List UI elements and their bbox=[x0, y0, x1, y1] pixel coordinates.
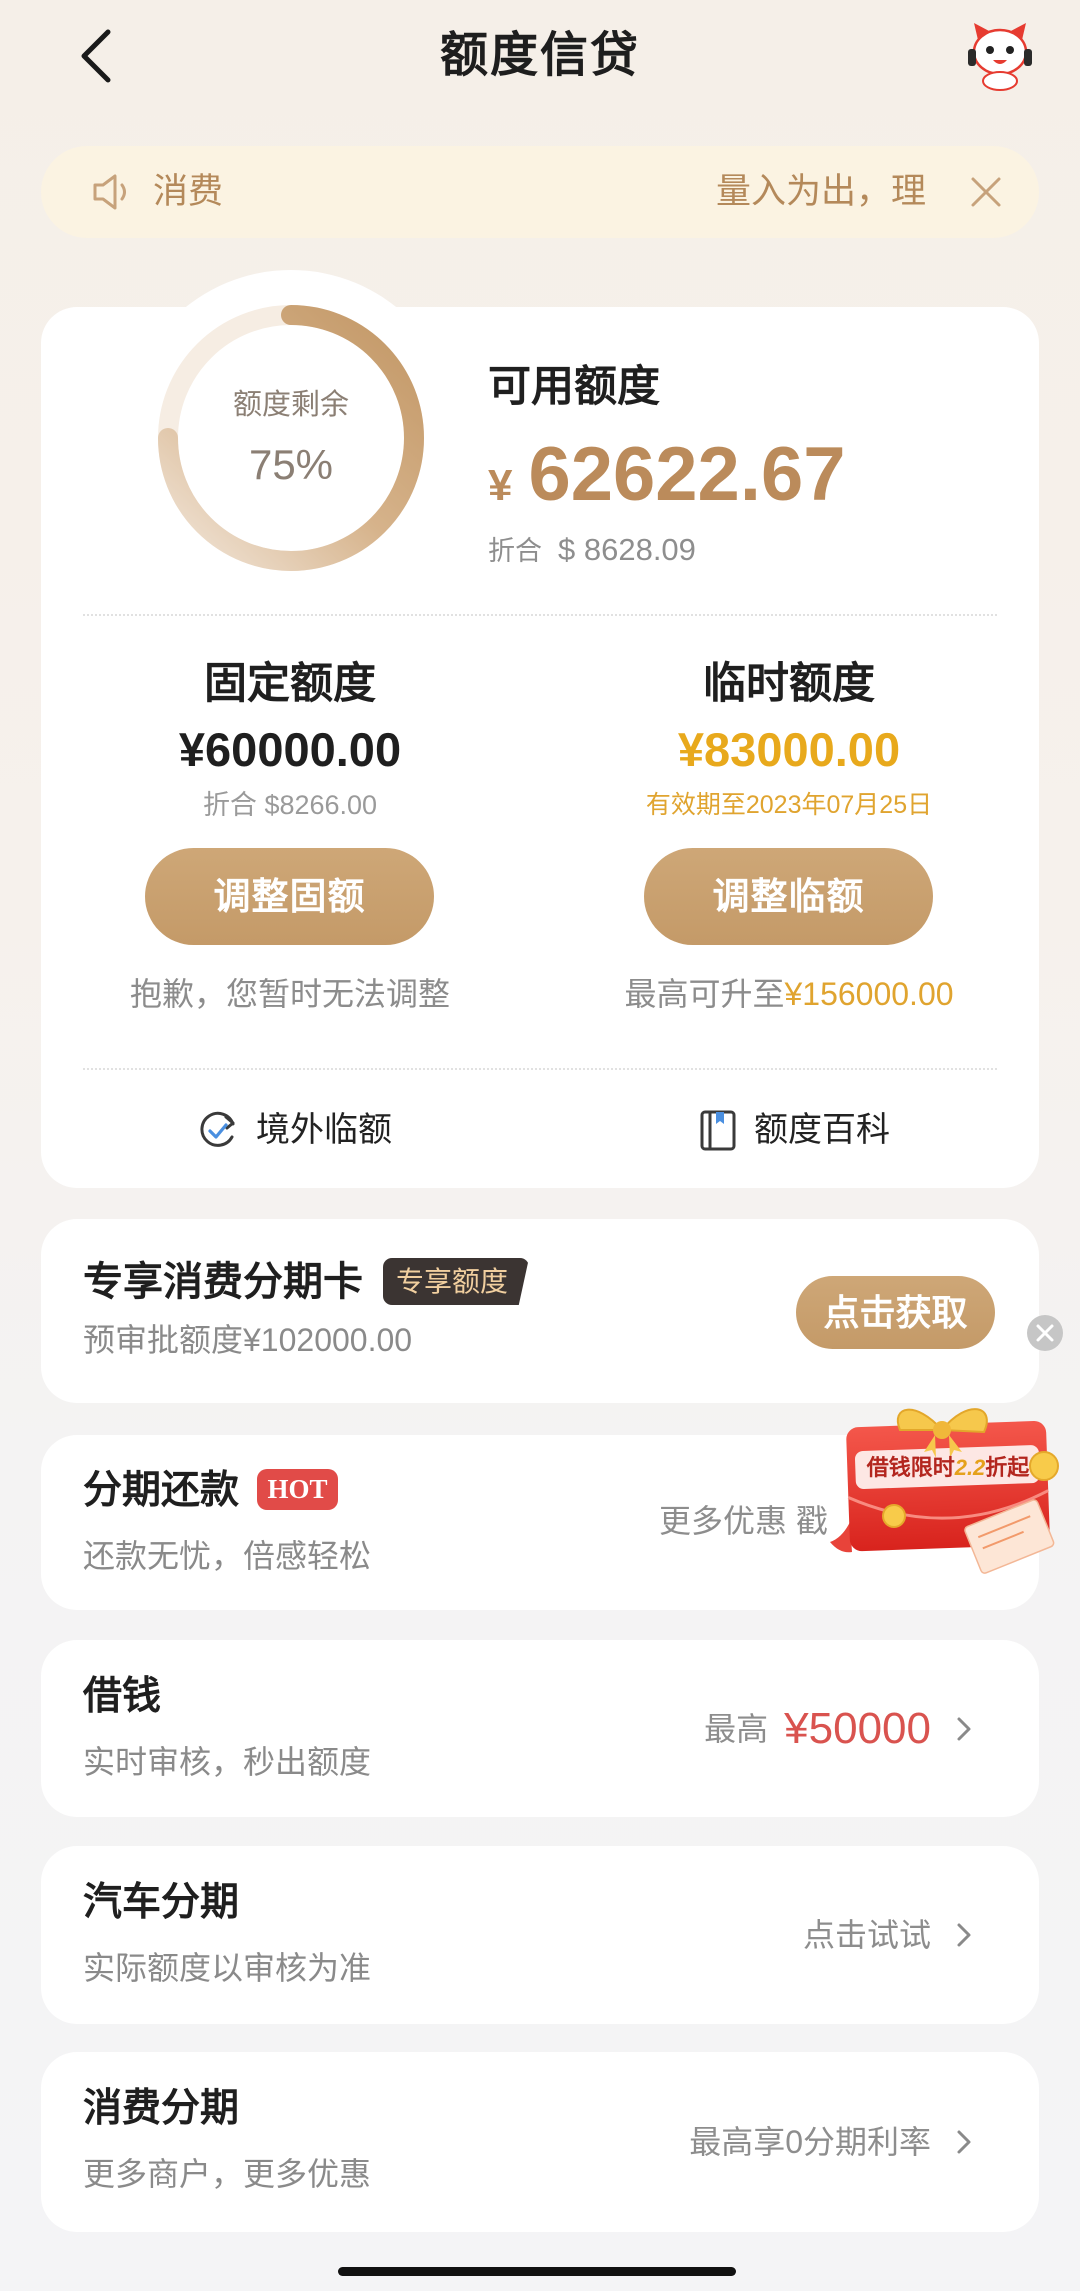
fixed-limit-title: 固定额度 bbox=[204, 660, 376, 708]
list-item-borrow[interactable]: 借钱 实时审核，秒出额度 最高 ¥50000 bbox=[41, 1640, 1039, 1817]
promo-title: 专享消费分期卡 bbox=[83, 1260, 363, 1304]
mascot-button[interactable] bbox=[963, 19, 1037, 93]
promo-badge: 专享额度 bbox=[383, 1258, 529, 1305]
overseas-limit-icon bbox=[200, 1111, 235, 1147]
notice-bar[interactable]: 消费 量入为出，理 bbox=[41, 146, 1039, 238]
get-now-button[interactable]: 点击获取 bbox=[796, 1276, 995, 1349]
chevron-right-icon bbox=[957, 1923, 971, 1947]
page-title: 额度信贷 bbox=[439, 29, 640, 82]
max-label: 最高 bbox=[704, 1710, 769, 1747]
book-icon bbox=[700, 1110, 736, 1150]
coin-icon bbox=[882, 1504, 906, 1528]
credit-summary-card: 额度剩余 75% 可用额度 ¥ 62622.67 折合 $ 8628.09 固定… bbox=[41, 270, 1039, 1188]
floating-loan-promo[interactable]: 借钱限时2.2折起 bbox=[828, 1390, 1072, 1580]
limit-encyclopedia-link[interactable]: 额度百科 bbox=[699, 1103, 890, 1157]
adjust-fixed-button[interactable]: 调整固额 bbox=[145, 848, 434, 945]
limit-encyclopedia-label: 额度百科 bbox=[754, 1111, 890, 1149]
temporary-limit-column: 临时额度 ¥83000.00 有效期至2023年07月25日 调整临额 最高可升… bbox=[569, 307, 1009, 1067]
divider bbox=[83, 1068, 997, 1070]
list-item-subtitle: 实际额度以审核为准 bbox=[83, 1950, 372, 1986]
list-item-title: 分期还款 bbox=[83, 1469, 240, 1512]
note-highlight: ¥156000.00 bbox=[784, 976, 954, 1012]
speaker-icon bbox=[91, 171, 135, 213]
temporary-limit-validity: 有效期至2023年07月25日 bbox=[645, 791, 933, 819]
installment-card-promo[interactable]: 专享消费分期卡 专享额度 预审批额度¥102000.00 点击获取 bbox=[41, 1219, 1039, 1403]
promo-subtitle: 预审批额度¥102000.00 bbox=[83, 1322, 413, 1358]
list-item-right-text: 最高享0分期利率 bbox=[689, 2124, 931, 2160]
mascot-icon bbox=[968, 23, 1032, 91]
coin-icon bbox=[1029, 1451, 1059, 1481]
temporary-limit-note: 最高可升至¥156000.00 bbox=[569, 974, 1009, 1014]
fixed-limit-note: 抱歉，您暂时无法调整 bbox=[129, 976, 450, 1012]
home-indicator bbox=[338, 2267, 736, 2276]
max-amount: ¥50000 bbox=[784, 1703, 931, 1753]
list-item-subtitle: 更多商户，更多优惠 bbox=[83, 2156, 372, 2192]
chevron-right-icon bbox=[957, 1717, 971, 1740]
notice-label: 消费 bbox=[153, 172, 224, 211]
fixed-limit-converted: 折合 $8266.00 bbox=[202, 790, 378, 820]
list-item-right-text: 点击试试 bbox=[802, 1917, 931, 1953]
chevron-right-icon bbox=[957, 2130, 971, 2154]
close-circle-icon[interactable] bbox=[1026, 1314, 1064, 1352]
list-item-subtitle: 还款无忧，倍感轻松 bbox=[83, 1538, 372, 1574]
note-prefix: 最高可升至 bbox=[624, 976, 785, 1012]
list-item-title: 借钱 bbox=[83, 1675, 162, 1718]
temporary-limit-title: 临时额度 bbox=[703, 660, 875, 708]
list-item-car-installment[interactable]: 汽车分期 实际额度以审核为准 点击试试 bbox=[41, 1846, 1039, 2024]
fixed-limit-column: 固定额度 ¥60000.00 折合 $8266.00 调整固额 抱歉，您暂时无法… bbox=[70, 307, 510, 1067]
overseas-limit-link[interactable]: 境外临额 bbox=[197, 1103, 392, 1157]
fixed-limit-amount: ¥60000.00 bbox=[178, 723, 402, 776]
overseas-limit-label: 境外临额 bbox=[256, 1111, 392, 1149]
hot-badge: HOT bbox=[257, 1469, 338, 1510]
red-envelope-icon: 借钱限时2.2折起 bbox=[830, 1408, 1059, 1574]
list-item-subtitle: 实时审核，秒出额度 bbox=[83, 1744, 372, 1780]
adjust-temporary-button[interactable]: 调整临额 bbox=[644, 848, 933, 945]
list-item-consumer-installment[interactable]: 消费分期 更多商户，更多优惠 最高享0分期利率 bbox=[41, 2052, 1039, 2232]
floating-promo-text: 借钱限时2.2折起 bbox=[866, 1455, 1031, 1480]
list-item-right: 最高 ¥50000 bbox=[704, 1703, 931, 1753]
list-item-title: 汽车分期 bbox=[83, 1881, 240, 1924]
temporary-limit-amount: ¥83000.00 bbox=[677, 723, 901, 776]
notice-text: 量入为出，理 bbox=[716, 172, 927, 211]
list-item-title: 消费分期 bbox=[83, 2087, 240, 2130]
list-item-right-text: 更多优惠 戳 bbox=[659, 1503, 828, 1539]
close-icon[interactable] bbox=[969, 175, 1003, 209]
